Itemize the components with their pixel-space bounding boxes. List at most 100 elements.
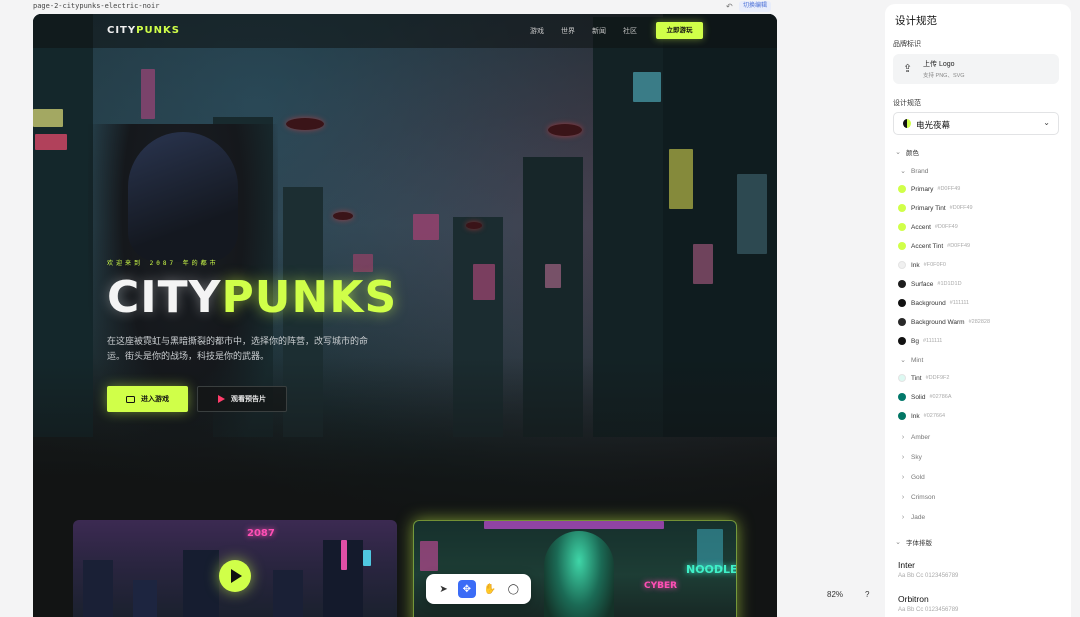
move-tool-icon[interactable]: ✥ <box>457 580 476 598</box>
undo-icon[interactable]: ↶ <box>726 2 733 11</box>
upload-logo-button[interactable]: ⇪ 上传 Logo 支持 PNG、SVG <box>893 54 1059 84</box>
mint-group-toggle[interactable]: ⌄ Mint <box>898 353 923 367</box>
color-group-toggle[interactable]: › Jade <box>898 510 925 524</box>
color-group-name: Gold <box>911 473 925 481</box>
flying-car-icon <box>333 212 353 220</box>
color-swatch <box>898 337 906 345</box>
color-token-name: Primary <box>911 185 934 193</box>
chevron-down-icon: ⌄ <box>1043 118 1050 127</box>
preview-frame: CITYPUNKS 游戏 世界 新闻 社区 立即游玩 欢迎来到 2087 年的都… <box>33 14 777 617</box>
color-swatch <box>898 261 906 269</box>
color-token-row[interactable]: Accent #D0FF49 <box>898 220 958 234</box>
play-video-button[interactable] <box>219 560 251 592</box>
color-token-name: Bg <box>911 337 919 345</box>
trailer-card[interactable]: 2087 <box>73 520 397 617</box>
color-token-row[interactable]: Bg #111111 <box>898 334 942 348</box>
color-group-name: Crimson <box>911 493 936 501</box>
color-token-row[interactable]: Background #111111 <box>898 296 969 310</box>
color-token-row[interactable]: Surface #1D1D1D <box>898 277 962 291</box>
color-token-row[interactable]: Solid #02786A <box>898 390 952 404</box>
color-token-row[interactable]: Ink #F0F0F0 <box>898 258 946 272</box>
hand-tool-icon[interactable]: ✋ <box>481 580 499 598</box>
color-token-name: Ink <box>911 412 920 420</box>
site-logo[interactable]: CITYPUNKS <box>107 25 180 36</box>
watch-trailer-button[interactable]: 观看预告片 <box>197 386 287 412</box>
nav-links: 游戏 世界 新闻 社区 <box>530 26 637 36</box>
theme-swatch-icon <box>903 119 911 128</box>
enter-game-button[interactable]: 进入游戏 <box>107 386 188 412</box>
font-name: Orbitron <box>898 594 929 604</box>
nav-link-news[interactable]: 新闻 <box>592 26 606 36</box>
color-token-hex: #DDF9F2 <box>925 375 950 381</box>
typography-section-toggle[interactable]: ⌄ 字体排版 <box>893 535 932 549</box>
color-token-row[interactable]: Primary Tint #D0FF49 <box>898 201 973 215</box>
color-token-row[interactable]: Tint #DDF9F2 <box>898 371 949 385</box>
color-token-name: Background <box>911 299 946 307</box>
color-token-name: Ink <box>911 261 920 269</box>
nav-link-games[interactable]: 游戏 <box>530 26 544 36</box>
page-filename: page-2-citypunks-electric-noir <box>33 2 160 10</box>
color-token-row[interactable]: Accent Tint #D0FF49 <box>898 239 970 253</box>
nav-link-world[interactable]: 世界 <box>561 26 575 36</box>
help-icon[interactable]: ? <box>865 590 869 599</box>
hero-eyebrow: 欢迎来到 2087 年的都市 <box>107 260 219 267</box>
gamepad-icon <box>126 395 135 403</box>
card-neon-sign-noodle: NOODLE <box>686 563 737 576</box>
brand-group-toggle[interactable]: ⌄ Brand <box>898 164 928 178</box>
color-swatch <box>898 223 906 231</box>
switch-edit-button[interactable]: 切换编辑 <box>739 1 772 12</box>
play-icon <box>218 395 225 403</box>
color-token-name: Primary Tint <box>911 204 946 212</box>
theme-select[interactable]: 电光夜幕 ⌄ <box>893 112 1059 135</box>
color-token-hex: #111111 <box>949 300 970 306</box>
color-group-name: Sky <box>911 453 922 461</box>
font-sample: Aa Bb Cc 0123456789 <box>898 573 959 579</box>
color-token-name: Accent <box>911 223 931 231</box>
color-swatch <box>898 374 906 382</box>
color-token-row[interactable]: Ink #027664 <box>898 409 945 423</box>
color-swatch <box>898 185 906 193</box>
chevron-right-icon: › <box>901 513 905 521</box>
chevron-right-icon: › <box>901 493 905 501</box>
pointer-tool-icon[interactable]: ➤ <box>435 580 453 598</box>
color-token-row[interactable]: Background Warm #282828 <box>898 315 990 329</box>
upload-title: 上传 Logo <box>923 61 955 68</box>
flying-car-icon <box>286 118 324 130</box>
chevron-down-icon: ⌄ <box>900 357 906 364</box>
color-token-hex: #D0FF49 <box>947 243 971 249</box>
chevron-down-icon: ⌄ <box>895 149 901 156</box>
colors-section-toggle[interactable]: ⌄ 颜色 <box>893 145 919 159</box>
color-group-toggle[interactable]: › Amber <box>898 430 930 444</box>
color-swatch <box>898 242 906 250</box>
panel-title: 设计规范 <box>895 15 937 27</box>
spec-label: 设计规范 <box>893 100 921 107</box>
color-group-toggle[interactable]: › Crimson <box>898 490 935 504</box>
color-token-hex: #027664 <box>923 413 946 419</box>
nav-link-community[interactable]: 社区 <box>623 26 637 36</box>
color-group-toggle[interactable]: › Gold <box>898 470 925 484</box>
theme-select-value: 电光夜幕 <box>916 120 951 130</box>
color-swatch <box>898 412 906 420</box>
color-token-name: Tint <box>911 374 922 382</box>
hero-description: 在这座被霓虹与黑暗撕裂的都市中，选择你的阵营，改写城市的命运。街头是你的战场，科… <box>107 336 369 361</box>
color-token-row[interactable]: Primary #D0FF49 <box>898 182 960 196</box>
zoom-level[interactable]: 82% <box>827 590 843 599</box>
chevron-right-icon: › <box>901 433 905 441</box>
comment-tool-icon[interactable]: ◯ <box>504 580 522 598</box>
chevron-right-icon: › <box>901 453 905 461</box>
character-figure <box>544 531 614 617</box>
color-group-name: Amber <box>911 433 931 441</box>
color-token-hex: #D0FF49 <box>949 205 973 211</box>
chevron-right-icon: › <box>901 473 905 481</box>
color-token-name: Accent Tint <box>911 242 944 250</box>
color-swatch <box>898 280 906 288</box>
flying-car-icon <box>548 124 582 136</box>
play-now-button[interactable]: 立即游玩 <box>656 22 703 39</box>
card-neon-sign-cyber: CYBER <box>644 581 678 591</box>
color-swatch <box>898 299 906 307</box>
chevron-down-icon: ⌄ <box>895 539 901 546</box>
color-token-hex: #02786A <box>929 394 952 400</box>
card-neon-sign: 2087 <box>247 528 275 539</box>
color-group-toggle[interactable]: › Sky <box>898 450 922 464</box>
upload-icon: ⇪ <box>903 63 913 75</box>
